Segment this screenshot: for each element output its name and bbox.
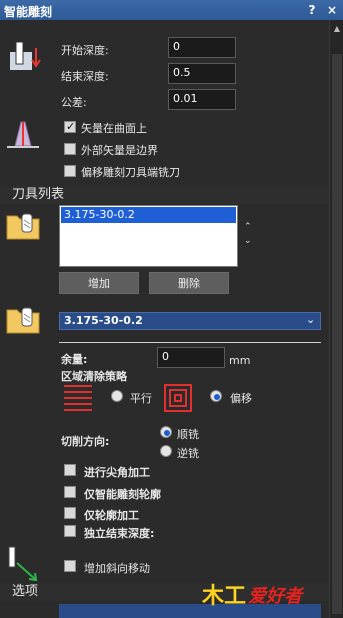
window-title: 智能雕刻 <box>4 5 53 19</box>
parallel-label: 平行 <box>130 392 152 405</box>
vertical-scrollbar[interactable]: ▲ <box>329 20 343 618</box>
cut-direction-label: 切削方向: <box>61 435 110 448</box>
smart-contour-label: 仅智能雕刻轮廓 <box>84 488 161 501</box>
start-depth-label: 开始深度: <box>61 44 109 57</box>
start-depth-input[interactable]: 0 <box>168 37 236 58</box>
tool-select-dropdown[interactable]: 3.175-30-0.2 ⌄ <box>59 312 321 330</box>
climb-radio[interactable] <box>160 426 172 438</box>
tool-list-item[interactable]: 3.175-30-0.2 <box>61 207 236 223</box>
outer-vector-boundary-label: 外部矢量是边界 <box>81 144 158 157</box>
contour-only-checkbox[interactable] <box>64 507 76 519</box>
independent-end-depth-checkbox[interactable] <box>64 525 76 537</box>
help-button[interactable]: ? <box>303 1 321 19</box>
delete-tool-button[interactable]: 删除 <box>149 272 229 294</box>
tool-list-header: 刀具列表 <box>0 186 329 204</box>
vector-on-surface-label: 矢量在曲面上 <box>81 122 147 135</box>
ramp-move-icon <box>8 546 38 582</box>
allowance-input[interactable]: 0 <box>157 347 225 368</box>
watermark-prefix: 木工 <box>202 583 247 609</box>
strategy-label: 区域清除策略 <box>61 370 127 383</box>
move-down-icon[interactable]: ⌄ <box>244 236 252 246</box>
contour-only-label: 仅轮廓加工 <box>84 509 139 522</box>
tool-folder-icon-2 <box>6 307 40 334</box>
smart-contour-checkbox[interactable] <box>64 486 76 498</box>
vector-surface-icon <box>7 121 39 148</box>
add-tool-button[interactable]: 增加 <box>59 272 139 294</box>
offset-end-mill-checkbox[interactable] <box>64 165 76 177</box>
end-depth-input[interactable]: 0.5 <box>168 63 236 84</box>
watermark-text: 爱好者 <box>248 586 302 607</box>
title-bar: 智能雕刻 ? × <box>0 0 343 20</box>
scroll-up-icon[interactable]: ▲ <box>330 22 343 36</box>
conventional-radio[interactable] <box>160 445 172 457</box>
independent-end-depth-label: 独立结束深度: <box>84 527 155 540</box>
vector-on-surface-checkbox[interactable] <box>64 120 76 133</box>
scroll-thumb[interactable] <box>332 54 342 614</box>
ramp-move-label: 增加斜向移动 <box>84 562 150 575</box>
tolerance-input[interactable]: 0.01 <box>168 89 236 110</box>
conventional-label: 逆铣 <box>177 447 199 460</box>
offset-radio[interactable] <box>210 390 222 402</box>
allowance-unit: mm <box>229 354 251 367</box>
tolerance-label: 公差: <box>61 96 87 109</box>
parallel-strategy-icon <box>64 385 92 411</box>
separator <box>59 342 321 343</box>
offset-end-mill-label: 偏移雕刻刀具端铣刀 <box>81 166 180 179</box>
chevron-down-icon[interactable]: ⌄ <box>306 313 315 326</box>
allowance-label: 余量: <box>61 353 88 366</box>
climb-label: 顺铣 <box>177 428 199 441</box>
depth-icon <box>10 41 41 70</box>
corner-checkbox[interactable] <box>64 464 76 476</box>
close-button[interactable]: × <box>323 1 341 19</box>
offset-strategy-icon <box>164 384 192 412</box>
tool-listbox[interactable]: 3.175-30-0.2 <box>59 205 238 267</box>
ramp-move-checkbox[interactable] <box>64 560 76 572</box>
tool-folder-icon <box>6 213 40 240</box>
outer-vector-boundary-checkbox[interactable] <box>64 143 76 155</box>
selected-tool-value: 3.175-30-0.2 <box>64 314 143 327</box>
move-up-icon[interactable]: ⌃ <box>244 222 252 232</box>
offset-label: 偏移 <box>230 392 252 405</box>
parallel-radio[interactable] <box>111 390 123 402</box>
watermark-logo: 木工 爱好者 <box>202 576 322 610</box>
end-depth-label: 结束深度: <box>61 70 109 83</box>
corner-label: 进行尖角加工 <box>84 466 150 479</box>
